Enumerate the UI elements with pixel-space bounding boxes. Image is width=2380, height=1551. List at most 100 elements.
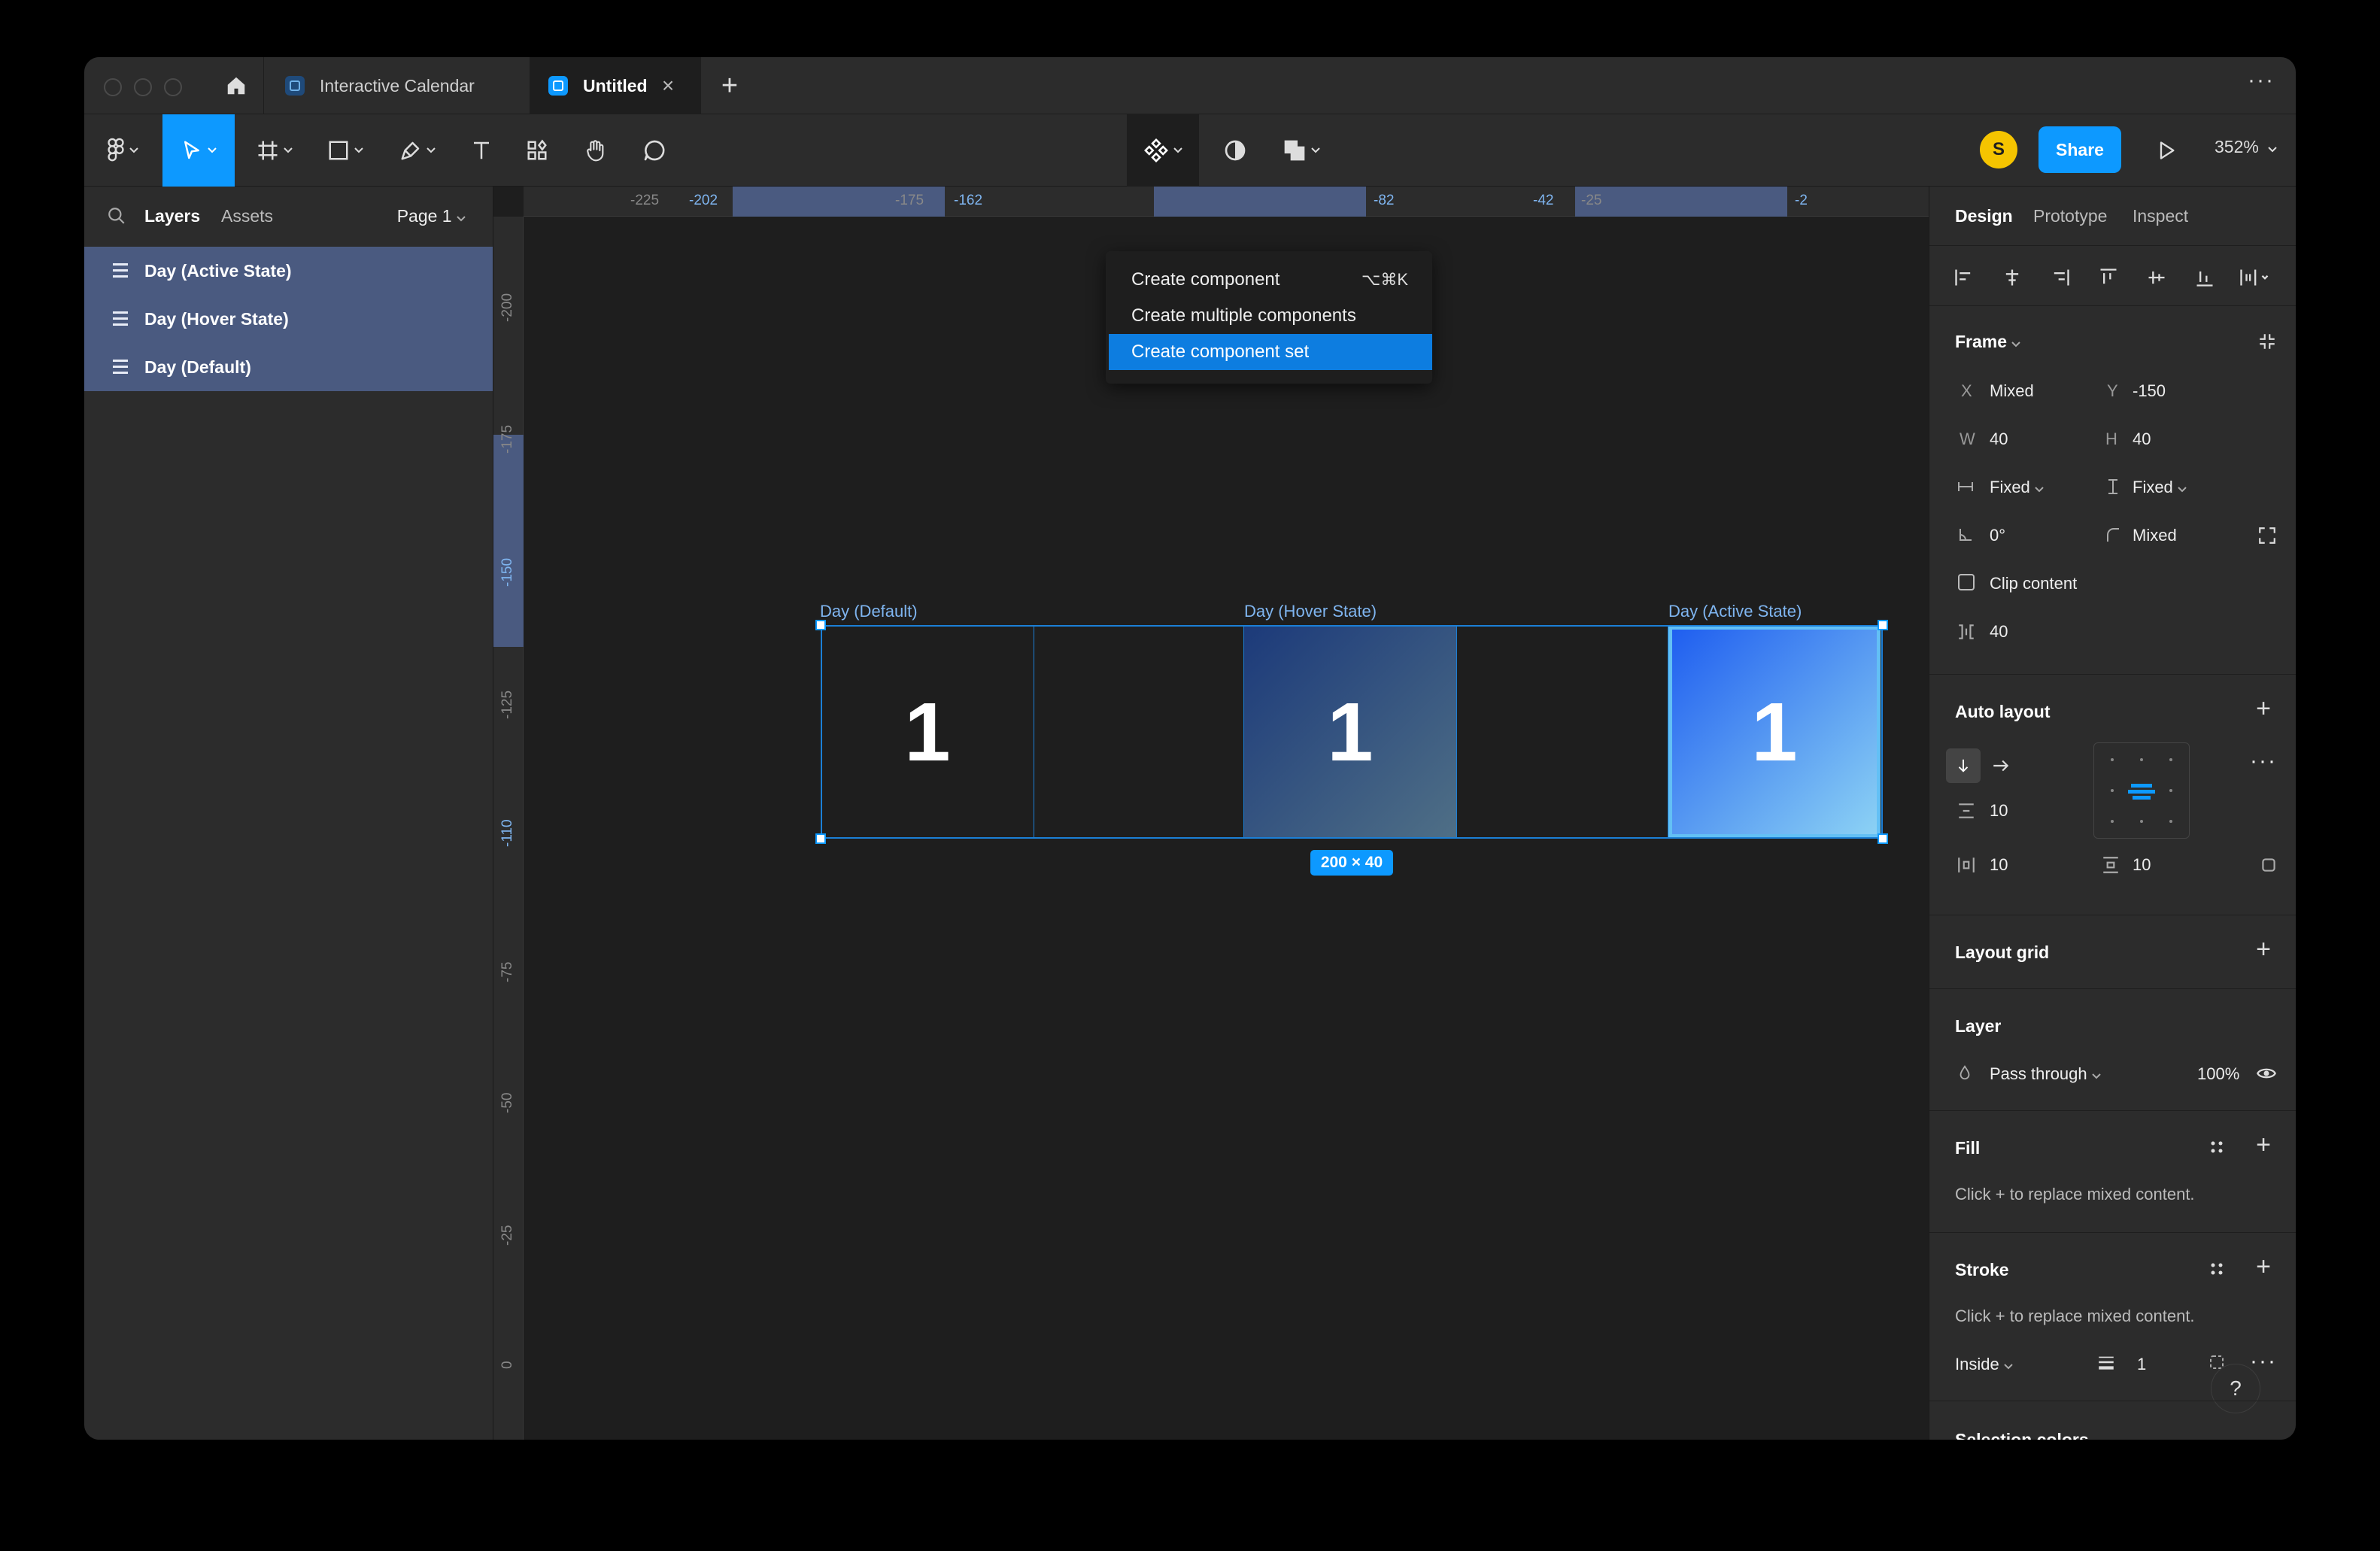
collapse-icon[interactable]: [2257, 332, 2277, 351]
resources-tool[interactable]: [516, 114, 558, 187]
minimize-window-button[interactable]: [134, 78, 152, 96]
present-button[interactable]: [2144, 114, 2189, 187]
h-field[interactable]: 40: [2133, 429, 2151, 449]
create-component-button[interactable]: [1127, 114, 1199, 187]
styles-icon[interactable]: [2208, 1260, 2226, 1278]
tab-design[interactable]: Design: [1955, 206, 2013, 226]
tab-layers[interactable]: Layers: [144, 206, 200, 226]
align-right-icon[interactable]: [2050, 267, 2071, 288]
comment-tool[interactable]: [633, 114, 675, 187]
x-field[interactable]: Mixed: [1990, 381, 2034, 401]
align-center-vertical-icon[interactable]: [2146, 267, 2167, 288]
toolbar: S Share 352%: [84, 114, 2296, 187]
eye-icon[interactable]: [2256, 1063, 2277, 1084]
shape-tool[interactable]: [319, 114, 372, 187]
align-left-icon[interactable]: [1953, 267, 1975, 288]
play-icon: [2160, 141, 2175, 159]
distribute-icon[interactable]: [2238, 267, 2271, 288]
tab-interactive-calendar[interactable]: Interactive Calendar: [263, 57, 530, 114]
ruler-label: -200: [499, 293, 515, 322]
frame-label-default[interactable]: Day (Default): [820, 602, 918, 621]
layer-item[interactable]: Day (Default): [84, 343, 493, 391]
add-stroke-icon[interactable]: +: [2256, 1252, 2271, 1282]
ruler-label: -110: [499, 819, 515, 847]
individual-padding-icon[interactable]: [2259, 855, 2278, 875]
avatar[interactable]: S: [1980, 131, 2017, 168]
alignment-dots-icon: [2111, 758, 2172, 823]
frame-section-title[interactable]: Frame: [1955, 332, 2021, 352]
page-selector[interactable]: Page 1: [397, 206, 466, 226]
close-window-button[interactable]: [104, 78, 122, 96]
zoom-menu[interactable]: 352%: [2215, 137, 2277, 157]
align-center-horizontal-icon[interactable]: [2002, 267, 2023, 288]
horizontal-padding-field[interactable]: 10: [1990, 855, 2008, 875]
maximize-window-button[interactable]: [164, 78, 182, 96]
zoom-level: 352%: [2215, 137, 2259, 156]
add-layout-grid-icon[interactable]: +: [2256, 935, 2271, 964]
auto-layout-more-icon[interactable]: ···: [2250, 748, 2277, 774]
horizontal-resizing-icon: [1958, 482, 1973, 491]
tab-assets[interactable]: Assets: [221, 206, 273, 226]
resize-handle[interactable]: [1878, 833, 1888, 844]
search-icon[interactable]: [107, 206, 126, 226]
align-bottom-icon[interactable]: [2194, 267, 2215, 288]
tab-untitled[interactable]: Untitled ×: [530, 57, 701, 114]
layer-item[interactable]: Day (Hover State): [84, 295, 493, 343]
layer-item[interactable]: Day (Active State): [84, 247, 493, 295]
menu-item-create-component[interactable]: Create component ⌥⌘K: [1106, 262, 1432, 298]
stroke-more-icon[interactable]: ···: [2250, 1349, 2277, 1374]
menu-item-label: Create component set: [1131, 341, 1310, 362]
vertical-resizing-select[interactable]: Fixed: [2133, 478, 2187, 497]
pen-tool[interactable]: [391, 114, 444, 187]
new-tab-button[interactable]: +: [715, 71, 745, 101]
gap-field[interactable]: 40: [1990, 622, 2008, 642]
add-fill-icon[interactable]: +: [2256, 1131, 2271, 1160]
stroke-weight-field[interactable]: 1: [2137, 1355, 2146, 1374]
menu-item-create-component-set[interactable]: Create component set: [1109, 334, 1432, 370]
resize-handle[interactable]: [815, 833, 826, 844]
frame-tool[interactable]: [248, 114, 301, 187]
clip-content-checkbox[interactable]: [1958, 574, 1975, 590]
frame-label-active[interactable]: Day (Active State): [1668, 602, 1802, 621]
frame-label-hover[interactable]: Day (Hover State): [1244, 602, 1377, 621]
vertical-padding-field[interactable]: 10: [2133, 855, 2151, 875]
vertical-ruler: -200 -175 -150 -125 -110 -75 -50 -25 0: [493, 217, 524, 1440]
gap-icon: [1959, 624, 1974, 639]
arrow-right-icon[interactable]: [1991, 756, 2011, 776]
stroke-position-select[interactable]: Inside: [1955, 1355, 2013, 1374]
blend-mode-select[interactable]: Pass through: [1990, 1064, 2101, 1084]
figma-logo-icon: [108, 138, 124, 162]
alignment-grid[interactable]: [2093, 742, 2190, 839]
hand-tool[interactable]: [575, 114, 617, 187]
move-tool[interactable]: [162, 114, 235, 187]
opacity-field[interactable]: 100%: [2197, 1064, 2239, 1084]
y-label: Y: [2107, 381, 2118, 400]
close-tab-icon[interactable]: ×: [657, 75, 678, 96]
resize-handle[interactable]: [1878, 620, 1888, 630]
frame-icon: [258, 141, 278, 160]
more-options-icon[interactable]: ···: [2248, 68, 2275, 93]
home-icon[interactable]: [223, 72, 250, 99]
independent-corners-icon[interactable]: [2257, 526, 2277, 545]
main-menu-button[interactable]: [99, 114, 146, 187]
selection-outline: [821, 625, 1034, 839]
horizontal-resizing-select[interactable]: Fixed: [1990, 478, 2044, 497]
mask-button[interactable]: [1213, 114, 1258, 187]
tab-inspect[interactable]: Inspect: [2133, 206, 2188, 226]
share-button[interactable]: Share: [2038, 126, 2121, 173]
w-field[interactable]: 40: [1990, 429, 2008, 449]
resize-handle[interactable]: [815, 620, 826, 630]
y-field[interactable]: -150: [2133, 381, 2166, 401]
styles-icon[interactable]: [2208, 1138, 2226, 1156]
corner-radius-field[interactable]: Mixed: [2133, 526, 2177, 545]
ruler-label: -25: [499, 1225, 515, 1246]
menu-item-create-multiple-components[interactable]: Create multiple components: [1106, 298, 1432, 334]
text-tool[interactable]: [460, 114, 502, 187]
boolean-groups-button[interactable]: [1271, 114, 1331, 187]
add-auto-layout-icon[interactable]: +: [2256, 694, 2271, 724]
vertical-direction-button[interactable]: [1946, 748, 1981, 783]
rotation-field[interactable]: 0°: [1990, 526, 2005, 545]
spacing-field[interactable]: 10: [1990, 801, 2008, 821]
align-top-icon[interactable]: [2098, 267, 2119, 288]
tab-prototype[interactable]: Prototype: [2033, 206, 2107, 226]
